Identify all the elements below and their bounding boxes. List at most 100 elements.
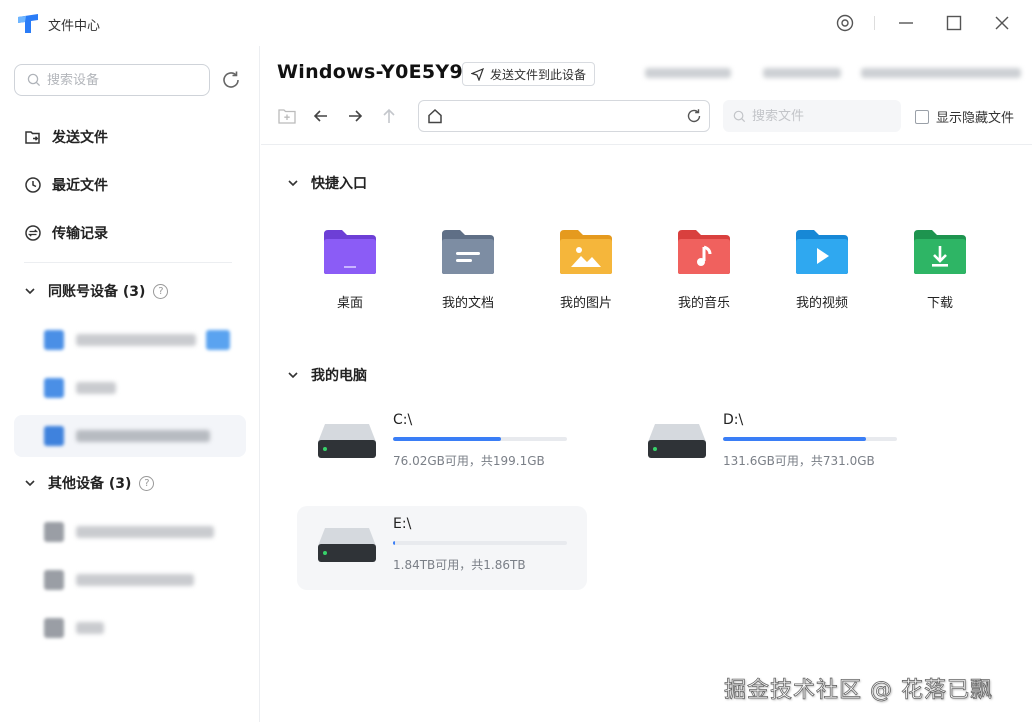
drive-name: D:\ — [723, 412, 744, 428]
main-panel: Windows-Y0E5Y9 发送文件到此设备 显示隐藏文件 快捷入口 — [261, 46, 1032, 722]
quick-documents[interactable]: 我的文档 — [423, 228, 513, 311]
path-input[interactable] — [451, 108, 671, 124]
quick-desktop[interactable]: 桌面 — [305, 228, 395, 311]
chevron-down-icon — [25, 288, 35, 295]
refresh-devices-icon[interactable] — [220, 69, 242, 91]
search-icon — [27, 73, 41, 87]
send-file-label: 发送文件到此设备 — [490, 67, 587, 82]
group-label: 同账号设备 (3) — [48, 284, 146, 300]
device-item[interactable] — [14, 607, 246, 649]
device-name-redacted — [76, 430, 210, 442]
settings-button[interactable] — [835, 13, 855, 33]
quick-label: 我的音乐 — [677, 296, 730, 311]
refresh-icon[interactable] — [686, 108, 702, 124]
redacted-info — [861, 68, 1021, 78]
toolbar-divider — [261, 144, 1032, 145]
device-search-box[interactable] — [14, 64, 210, 96]
transfer-icon — [25, 225, 41, 241]
chevron-down-icon — [288, 372, 298, 379]
device-title: Windows-Y0E5Y9 — [277, 61, 463, 83]
section-title: 我的电脑 — [311, 368, 367, 384]
drive-d[interactable]: D:\ 131.6GB可用，共731.0GB — [627, 402, 917, 486]
file-search-box[interactable] — [723, 100, 901, 132]
device-item[interactable] — [14, 367, 246, 409]
show-hidden-files-toggle[interactable]: 显示隐藏文件 — [915, 107, 1014, 126]
new-folder-button[interactable] — [277, 106, 297, 126]
hard-drive-icon — [648, 424, 706, 458]
show-hidden-label: 显示隐藏文件 — [936, 111, 1015, 126]
new-folder-icon — [278, 109, 296, 124]
drive-name: E:\ — [393, 516, 412, 532]
quick-label: 我的文档 — [441, 296, 494, 311]
quick-music[interactable]: 我的音乐 — [659, 228, 749, 311]
titlebar-divider — [874, 16, 875, 30]
my-computer-header[interactable]: 我的电脑 — [287, 365, 367, 385]
quick-label: 我的视频 — [795, 296, 848, 311]
sidebar-divider — [24, 262, 232, 263]
maximize-icon — [946, 15, 962, 31]
drive-name: C:\ — [393, 412, 413, 428]
arrow-up-icon — [383, 108, 395, 123]
chevron-down-icon — [25, 480, 35, 487]
quick-label: 下载 — [926, 296, 953, 311]
quick-label: 我的图片 — [559, 296, 612, 311]
documents-folder-icon — [442, 230, 494, 274]
maximize-button[interactable] — [944, 13, 964, 33]
close-button[interactable] — [992, 13, 1012, 33]
drive-usage-fill — [393, 437, 501, 441]
device-icon — [44, 570, 64, 590]
device-name-redacted — [76, 622, 104, 634]
minimize-icon — [899, 22, 913, 24]
device-item[interactable] — [14, 559, 246, 601]
app-title: 文件中心 — [48, 19, 101, 34]
device-badge-icon — [206, 330, 230, 350]
downloads-folder-icon — [914, 230, 966, 274]
pictures-folder-icon — [560, 230, 612, 274]
quick-access-header[interactable]: 快捷入口 — [287, 173, 367, 193]
nav-transfer-records[interactable]: 传输记录 — [14, 213, 246, 253]
help-icon[interactable]: ? — [153, 283, 169, 299]
group-other-devices[interactable]: 其他设备 (3) ? — [14, 465, 246, 501]
close-icon — [995, 16, 1009, 30]
device-icon — [44, 378, 64, 398]
nav-label: 传输记录 — [52, 226, 108, 242]
device-item[interactable] — [14, 319, 246, 361]
device-icon — [44, 522, 64, 542]
minimize-button[interactable] — [896, 13, 916, 33]
drive-info: 76.02GB可用，共199.1GB — [393, 454, 545, 468]
device-name-redacted — [76, 382, 116, 394]
arrow-right-icon — [349, 110, 363, 122]
clock-icon — [25, 177, 41, 193]
nav-recent-files[interactable]: 最近文件 — [14, 165, 246, 205]
chevron-down-icon — [288, 180, 298, 187]
quick-pictures[interactable]: 我的图片 — [541, 228, 631, 311]
device-item-selected[interactable] — [14, 415, 246, 457]
drive-info: 1.84TB可用，共1.86TB — [393, 558, 526, 572]
music-folder-icon — [678, 230, 730, 274]
group-label: 其他设备 (3) — [48, 476, 132, 492]
device-search-input[interactable] — [47, 72, 187, 88]
videos-folder-icon — [796, 230, 848, 274]
nav-send-file[interactable]: 发送文件 — [14, 117, 246, 157]
device-item[interactable] — [14, 511, 246, 553]
drive-usage-fill — [723, 437, 866, 441]
forward-button[interactable] — [345, 106, 365, 126]
quick-videos[interactable]: 我的视频 — [777, 228, 867, 311]
device-name-redacted — [76, 574, 194, 586]
quick-label: 桌面 — [336, 296, 363, 311]
drive-c[interactable]: C:\ 76.02GB可用，共199.1GB — [297, 402, 587, 486]
drive-usage-fill — [393, 541, 396, 545]
file-search-input[interactable] — [752, 108, 882, 124]
back-button[interactable] — [311, 106, 331, 126]
checkbox[interactable] — [915, 109, 929, 124]
path-bar[interactable] — [418, 100, 710, 132]
send-file-to-device-button[interactable]: 发送文件到此设备 — [462, 62, 596, 86]
drive-e[interactable]: E:\ 1.84TB可用，共1.86TB — [297, 506, 587, 590]
target-settings-icon — [836, 14, 854, 32]
quick-downloads[interactable]: 下载 — [895, 228, 985, 311]
help-icon[interactable]: ? — [139, 475, 155, 491]
device-icon — [44, 330, 64, 350]
app-logo-icon — [18, 14, 38, 33]
group-same-account[interactable]: 同账号设备 (3) ? — [14, 273, 246, 309]
up-button[interactable] — [379, 106, 399, 126]
